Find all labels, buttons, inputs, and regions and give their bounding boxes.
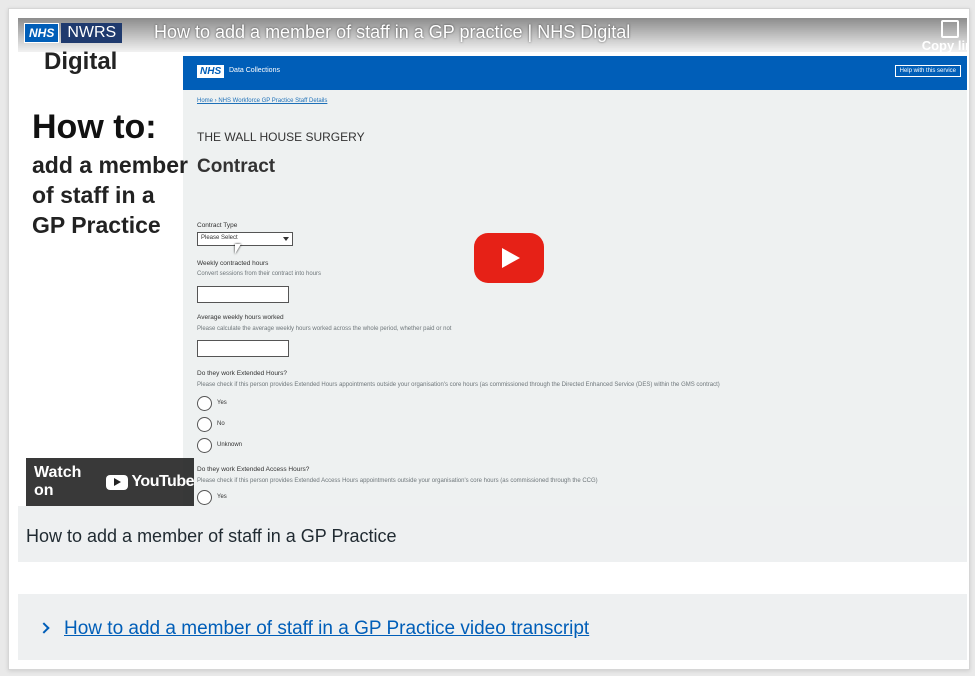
form-org-name: THE WALL HOUSE SURGERY <box>197 130 365 144</box>
contract-type-value: Please Select <box>201 235 238 241</box>
form-help-link: Help with this service <box>894 65 961 77</box>
form-nhs-logo: NHS <box>197 65 225 78</box>
video-caption: How to add a member of staff in a GP Pra… <box>26 526 397 546</box>
form-breadcrumb: Home › NHS Workforce GP Practice Staff D… <box>197 98 328 104</box>
extended-hours-radio-unknown <box>197 438 212 453</box>
chevron-right-icon[interactable] <box>38 622 50 634</box>
chevron-down-icon <box>283 237 289 241</box>
thumbnail-brand: Digital <box>44 48 118 75</box>
watch-on-label: Watch on <box>34 464 82 499</box>
mouse-cursor-icon <box>235 244 241 254</box>
video-frame-form-page: NHS Data Collections Help with this serv… <box>183 56 967 506</box>
extended-access-hint: Please check if this person provides Ext… <box>197 478 598 484</box>
channel-name: NWRS <box>61 23 123 43</box>
extended-hours-radio-unknown-label: Unknown <box>217 442 243 448</box>
avg-hours-hint: Please calculate the average weekly hour… <box>197 326 452 332</box>
extended-access-label: Do they work Extended Access Hours? <box>197 466 310 473</box>
channel-badge[interactable]: NHS NWRS <box>24 22 123 44</box>
youtube-logo: YouTube <box>106 473 194 491</box>
extended-access-radio-yes <box>197 490 212 505</box>
avg-hours-label: Average weekly hours worked <box>197 314 284 321</box>
video-title[interactable]: How to add a member of staff in a GP pra… <box>154 22 630 43</box>
extended-hours-hint: Please check if this person provides Ext… <box>197 382 720 388</box>
youtube-label: YouTube <box>131 473 194 490</box>
weekly-hours-label: Weekly contracted hours <box>197 260 269 267</box>
watch-on-youtube-button[interactable]: Watch on YouTube <box>26 458 194 506</box>
extended-hours-label: Do they work Extended Hours? <box>197 370 287 377</box>
avg-hours-input <box>197 340 289 357</box>
transcript-details[interactable]: How to add a member of staff in a GP Pra… <box>18 594 967 660</box>
copy-link-label[interactable]: Copy lin <box>922 38 967 53</box>
extended-hours-radio-yes-label: Yes <box>217 400 227 406</box>
thumbnail-subheading: add a member of staff in a GP Practice <box>32 152 188 238</box>
extended-hours-radio-no-label: No <box>217 421 225 427</box>
video-player[interactable]: NHS Data Collections Help with this serv… <box>18 18 967 506</box>
play-button[interactable] <box>474 233 544 283</box>
video-top-bar: NHS NWRS How to add a member of staff in… <box>18 18 967 53</box>
extended-hours-radio-yes <box>197 396 212 411</box>
contract-type-label: Contract Type <box>197 222 238 229</box>
video-caption-bar: How to add a member of staff in a GP Pra… <box>18 506 967 562</box>
thumbnail-heading: How to: <box>32 108 157 146</box>
youtube-play-icon <box>106 474 129 490</box>
copy-icon[interactable] <box>941 20 959 38</box>
form-header: NHS Data Collections Help with this serv… <box>183 56 967 90</box>
extended-access-radio-yes-label: Yes <box>217 494 227 500</box>
form-heading: Contract <box>197 156 276 177</box>
weekly-hours-input <box>197 286 289 303</box>
nhs-logo: NHS <box>24 23 60 43</box>
extended-hours-radio-no <box>197 417 212 432</box>
contract-type-select: Please Select <box>197 232 293 246</box>
weekly-hours-hint: Convert sessions from their contract int… <box>197 271 322 277</box>
transcript-link[interactable]: How to add a member of staff in a GP Pra… <box>64 618 589 640</box>
form-service-name: Data Collections <box>229 67 280 74</box>
